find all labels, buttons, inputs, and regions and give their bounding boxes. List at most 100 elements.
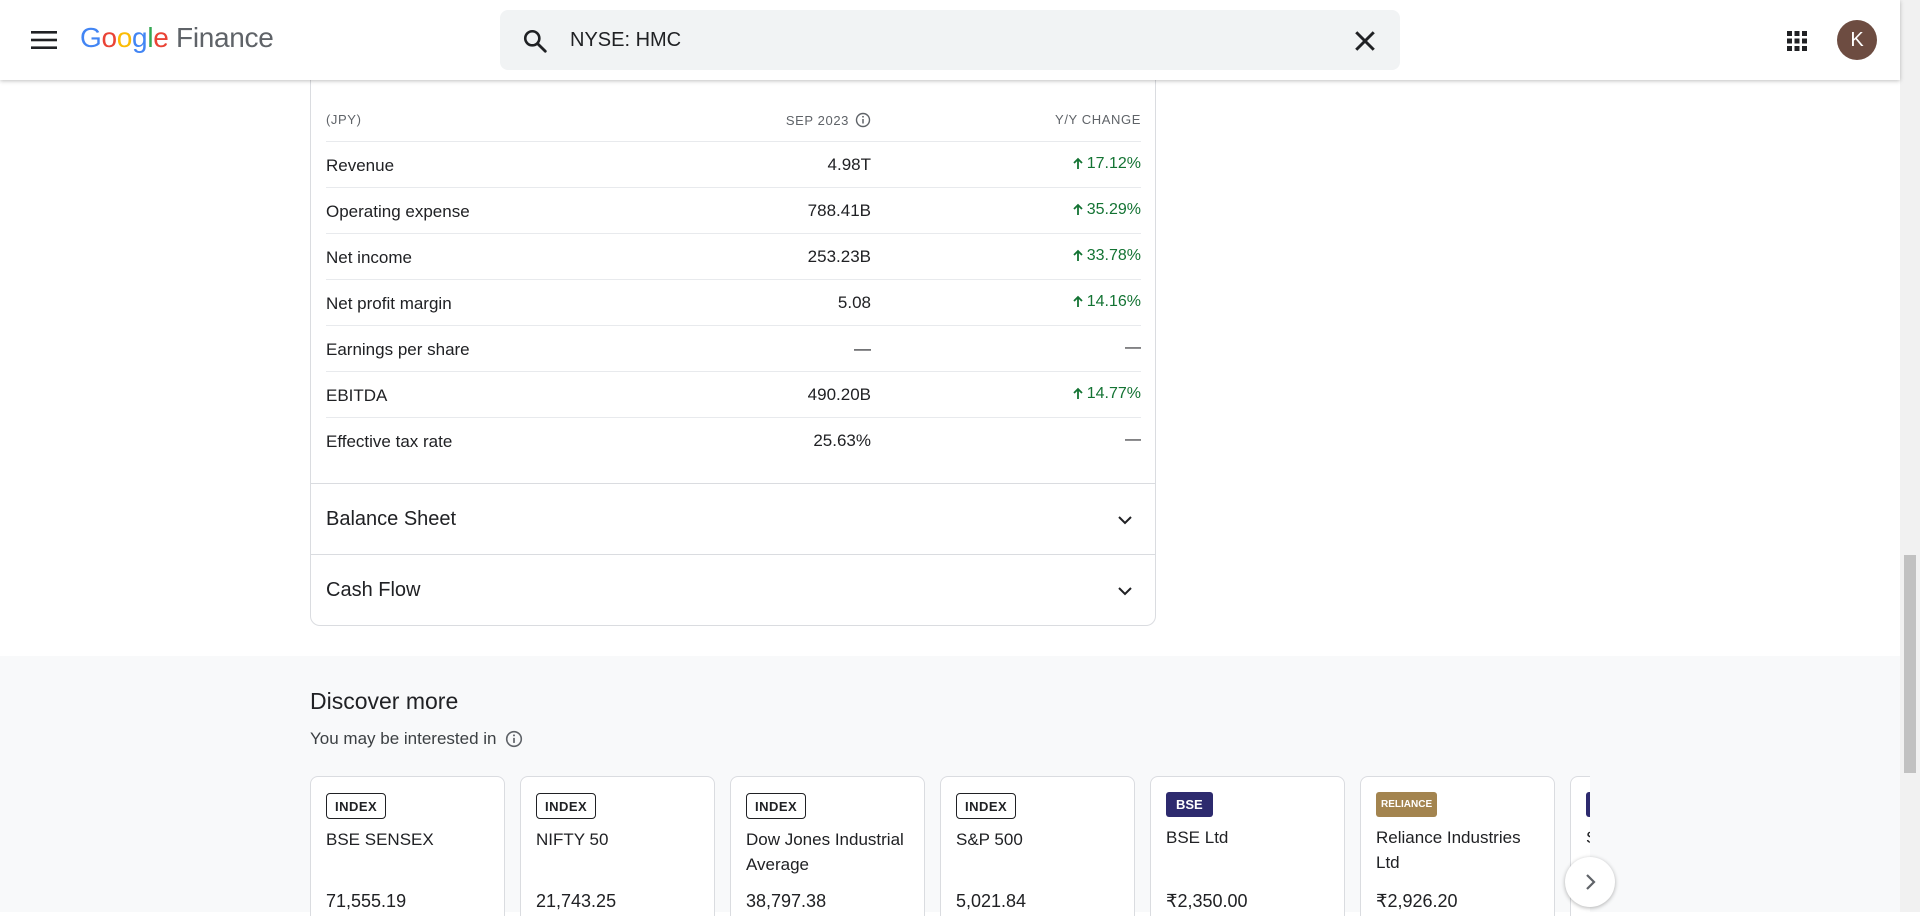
suggestion-tile[interactable]: INDEX NIFTY 50 21,743.25 (520, 776, 715, 916)
logo-finance-text: Finance (176, 22, 274, 53)
row-label: Operating expense (326, 202, 470, 221)
row-value: 788.41B (807, 201, 871, 220)
table-row: Operating expense 788.41B 35.29% (326, 188, 1141, 234)
bse-logo: BSE (1166, 792, 1213, 817)
info-icon[interactable] (505, 730, 523, 748)
tile-price: 5,021.84 (956, 891, 1027, 911)
row-change-value: 35.29% (1086, 201, 1141, 218)
row-change-value: 14.77% (1086, 385, 1141, 402)
row-label: Earnings per share (326, 340, 470, 359)
row-change-value: 33.78% (1086, 247, 1141, 264)
period-header: SEP 2023 (786, 112, 871, 128)
row-value: 253.23B (807, 247, 871, 266)
chevron-down-icon (1118, 516, 1132, 525)
index-badge: INDEX (536, 793, 597, 819)
row-label: Revenue (326, 156, 395, 175)
income-statement-table: (JPY) SEP 2023 Y/Y CHANGE Revenue 4.98T … (326, 110, 1141, 464)
balance-sheet-section[interactable]: Balance Sheet (311, 483, 1155, 554)
tile-name: Dow Jones Industrial Average (746, 830, 904, 874)
row-change: 33.78% (1071, 247, 1141, 265)
main-menu-button[interactable] (26, 24, 62, 56)
arrow-up-icon (1073, 387, 1083, 399)
row-label: Net income (326, 248, 412, 267)
row-change: — (1125, 339, 1141, 356)
scrollbar-thumb[interactable] (1904, 555, 1916, 773)
tile-name: BSE SENSEX (326, 830, 434, 849)
top-app-bar: Google Finance K (0, 0, 1900, 80)
period-header-label: SEP 2023 (785, 112, 849, 128)
suggestion-tile[interactable]: RELIANCE Reliance Industries Ltd ₹2,926.… (1360, 776, 1555, 916)
suggestion-tile[interactable]: INDEX Dow Jones Industrial Average 38,79… (730, 776, 925, 916)
page-scrollbar[interactable] (1900, 0, 1920, 912)
logo-letter: G (80, 22, 102, 53)
suggestion-tile[interactable]: BSE BSE Ltd ₹2,350.00 (1150, 776, 1345, 916)
row-change: 17.12% (1071, 155, 1141, 173)
row-change: 14.16% (1071, 293, 1141, 311)
row-change-value: 17.12% (1086, 155, 1141, 172)
suggestion-tile[interactable]: INDEX BSE SENSEX 71,555.19 (310, 776, 505, 916)
google-apps-button[interactable] (1780, 24, 1814, 58)
cash-flow-title: Cash Flow (326, 579, 421, 601)
clear-search-icon[interactable] (1350, 26, 1380, 56)
partial-logo (1586, 792, 1590, 817)
row-value: 490.20B (807, 385, 871, 404)
financials-card: (JPY) SEP 2023 Y/Y CHANGE Revenue 4.98T … (310, 60, 1156, 626)
tile-price: ₹2,926.20 (1376, 891, 1458, 911)
discover-title: Discover more (310, 688, 459, 714)
discover-more-section: Discover more You may be interested in I… (0, 656, 1900, 916)
index-badge: INDEX (746, 793, 807, 819)
carousel-next-button[interactable] (1565, 857, 1615, 907)
reliance-logo: RELIANCE (1376, 792, 1438, 817)
row-value: 4.98T (827, 155, 871, 174)
hamburger-menu-icon (31, 31, 57, 49)
table-row: Net profit margin 5.08 14.16% (326, 280, 1141, 326)
table-row: Effective tax rate 25.63% — (326, 418, 1141, 464)
arrow-up-icon (1073, 249, 1083, 261)
row-label: Net profit margin (326, 294, 452, 313)
tile-name: BSE Ltd (1166, 828, 1229, 847)
discover-subtitle-text: You may be interested in (310, 729, 497, 748)
tile-name: NIFTY 50 (536, 830, 609, 849)
arrow-up-icon (1073, 203, 1083, 215)
logo-letter: g (132, 22, 148, 53)
discover-subtitle: You may be interested in (310, 729, 523, 749)
table-row: Revenue 4.98T 17.12% (326, 142, 1141, 188)
row-label: EBITDA (326, 386, 388, 405)
cash-flow-section[interactable]: Cash Flow (311, 554, 1155, 625)
balance-sheet-title: Balance Sheet (326, 508, 457, 530)
google-finance-logo[interactable]: Google Finance (80, 22, 274, 54)
tile-price: 21,743.25 (536, 891, 617, 911)
tile-price: 38,797.38 (746, 891, 827, 911)
row-value: 25.63% (813, 431, 871, 450)
tile-name: S&P 500 (956, 830, 1023, 849)
info-icon[interactable] (855, 112, 871, 128)
row-change: 14.77% (1071, 385, 1141, 403)
logo-letter: e (153, 22, 169, 53)
tile-price: 71,555.19 (326, 891, 407, 911)
suggestion-tile[interactable]: INDEX S&P 500 5,021.84 (940, 776, 1135, 916)
logo-letter: o (101, 22, 117, 53)
change-header: Y/Y CHANGE (1055, 112, 1141, 127)
index-badge: INDEX (326, 793, 387, 819)
row-change-value: 14.16% (1086, 293, 1141, 310)
apps-grid-icon (1787, 31, 1807, 51)
row-label: Effective tax rate (326, 432, 453, 451)
currency-header: (JPY) (326, 112, 362, 127)
search-icon[interactable] (522, 28, 548, 54)
search-input[interactable] (570, 24, 1270, 56)
row-value: 5.08 (837, 293, 871, 312)
row-change: 35.29% (1071, 201, 1141, 219)
chevron-down-icon (1118, 587, 1132, 596)
row-change: — (1125, 431, 1141, 448)
account-avatar[interactable]: K (1837, 20, 1877, 60)
logo-letter: o (116, 22, 133, 53)
row-value: — (854, 339, 871, 358)
table-row: EBITDA 490.20B 14.77% (326, 372, 1141, 418)
search-bar[interactable] (500, 10, 1400, 70)
tile-name: S (1586, 825, 1590, 850)
tile-price: ₹2,350.00 (1166, 891, 1248, 911)
table-header-row: (JPY) SEP 2023 Y/Y CHANGE (326, 110, 1141, 142)
table-row: Net income 253.23B 33.78% (326, 234, 1141, 280)
tile-name: Reliance Industries Ltd (1376, 828, 1521, 872)
chevron-right-icon (1586, 874, 1596, 890)
